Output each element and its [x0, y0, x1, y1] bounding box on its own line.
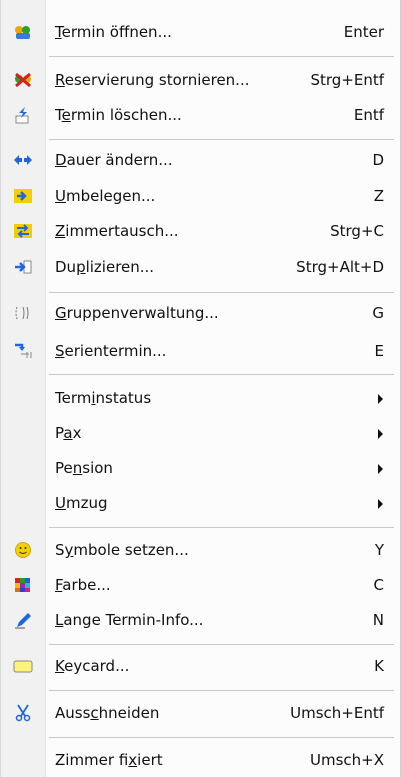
separator — [49, 139, 394, 140]
scissors-icon — [15, 704, 31, 722]
color-palette-icon — [15, 578, 30, 592]
submenu-arrow-icon — [378, 394, 383, 404]
shortcut-text: Enter — [343, 23, 384, 41]
duplicate-icon — [15, 260, 32, 274]
context-menu: Termin öffnen... Enter Reservierung stor… — [0, 0, 401, 777]
shortcut-text: C — [373, 576, 384, 594]
move-right-icon — [14, 189, 32, 203]
shortcut-text: Z — [373, 187, 384, 205]
menu-item-delete[interactable]: Termin löschen... Entf — [1, 100, 400, 130]
shortcut-text: E — [374, 342, 384, 360]
separator — [49, 374, 394, 375]
pen-icon — [15, 613, 31, 629]
submenu-arrow-icon — [378, 429, 383, 439]
shortcut-text: K — [374, 657, 384, 675]
delete-arrow-icon — [15, 107, 29, 124]
menu-item-group-management[interactable]: Gruppenverwaltung... G — [1, 298, 400, 328]
menu-item-cut[interactable]: Ausschneiden Umsch+Entf — [1, 698, 400, 728]
calendar-people-icon — [15, 26, 30, 39]
resize-arrows-icon — [14, 155, 32, 165]
smiley-icon — [15, 542, 31, 558]
menu-item-appointment-status[interactable]: Terminstatus — [1, 383, 400, 413]
menu-item-relocation[interactable]: Umzug — [1, 488, 400, 518]
menu-item-pension[interactable]: Pension — [1, 453, 400, 483]
separator — [49, 737, 394, 738]
submenu-arrow-icon — [378, 464, 383, 474]
shortcut-text: G — [372, 304, 384, 322]
shortcut-text: Y — [374, 541, 384, 559]
submenu-arrow-icon — [378, 499, 383, 509]
shortcut-text: Strg+Alt+D — [296, 258, 384, 276]
cross-people-icon — [15, 72, 31, 88]
shortcut-text: Strg+C — [330, 222, 384, 240]
separator — [49, 527, 394, 528]
keycard-icon — [13, 660, 33, 673]
series-icon — [15, 343, 32, 358]
shortcut-text: D — [372, 151, 384, 169]
shortcut-text: N — [372, 611, 384, 629]
separator — [49, 292, 394, 293]
menu-item-change-duration[interactable]: Dauer ändern... D — [1, 145, 400, 175]
menu-item-duplicate[interactable]: Duplizieren... Strg+Alt+D — [1, 252, 400, 282]
shortcut-text: Umsch+Entf — [290, 704, 384, 722]
shortcut-text: Umsch+X — [309, 751, 384, 769]
menu-item-pax[interactable]: Pax — [1, 418, 400, 448]
menu-item-set-symbols[interactable]: Symbole setzen... Y — [1, 535, 400, 565]
separator — [49, 690, 394, 691]
menu-item-rebook[interactable]: Umbelegen... Z — [1, 181, 400, 211]
menu-item-color[interactable]: Farbe... C — [1, 570, 400, 600]
separator — [49, 56, 394, 57]
swap-icon — [14, 224, 32, 238]
menu-item-open[interactable]: Termin öffnen... Enter — [1, 17, 400, 47]
group-brackets-icon — [15, 306, 29, 320]
shortcut-text: Entf — [353, 106, 384, 124]
menu-item-room-swap[interactable]: Zimmertausch... Strg+C — [1, 216, 400, 246]
menu-item-series-appointment[interactable]: Serientermin... E — [1, 336, 400, 366]
shortcut-text: Strg+Entf — [310, 71, 384, 89]
menu-item-room-fixed[interactable]: Zimmer fixiert Umsch+X — [1, 745, 400, 775]
menu-item-long-info[interactable]: Lange Termin-Info... N — [1, 605, 400, 635]
separator — [49, 644, 394, 645]
menu-item-keycard[interactable]: Keycard... K — [1, 651, 400, 681]
menu-item-cancel-reservation[interactable]: Reservierung stornieren... Strg+Entf — [1, 65, 400, 95]
